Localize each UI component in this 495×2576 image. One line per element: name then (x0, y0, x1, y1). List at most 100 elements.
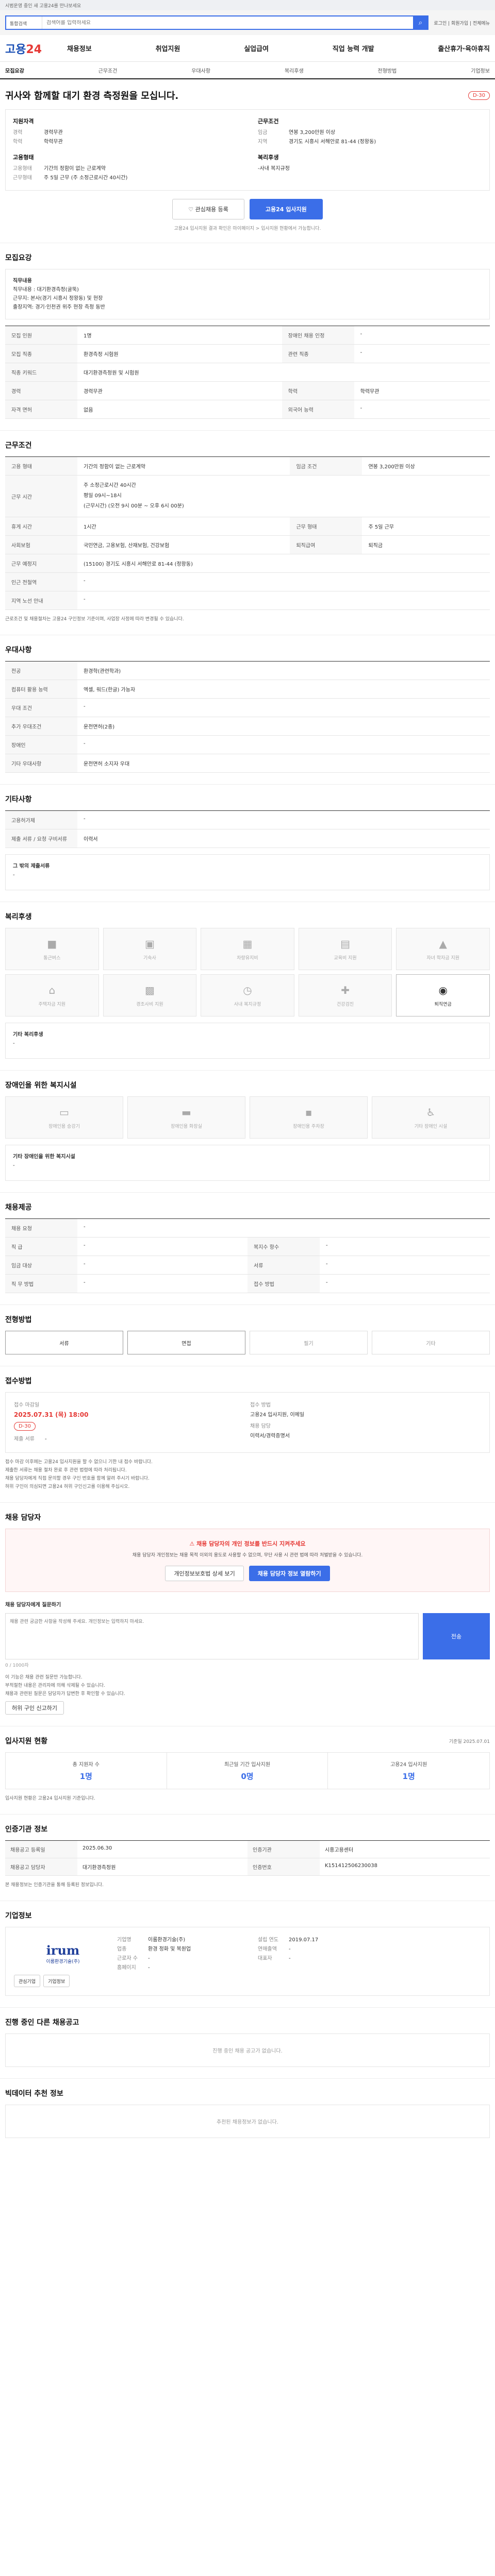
cell-key: 사회보험 (5, 535, 77, 554)
cell-key: 모집 인원 (5, 326, 77, 345)
like-company-button[interactable]: 관심기업 (14, 1975, 41, 1987)
cell-key: 자격 면허 (5, 400, 77, 419)
table-row: 경력 경력무관 학력 학력무관 (5, 381, 490, 400)
qual-heading: 지원자격 (13, 118, 34, 125)
qa-count: 0 / 1000자 (5, 1663, 29, 1668)
gnb-item-leave[interactable]: 출산휴가·육아휴직 (438, 43, 490, 53)
search-input[interactable] (42, 20, 414, 26)
clock-icon: ◷ (243, 984, 252, 996)
company-info-button[interactable]: 기업정보 (43, 1975, 70, 1987)
cell-key: 임금 조건 (290, 456, 362, 476)
cell-value: - (354, 344, 490, 363)
cell-value: 운전면허(2종) (77, 717, 490, 736)
cell-key: 근무 예정지 (5, 554, 77, 573)
cell-key: 채용공고 담당자 (5, 1858, 77, 1876)
qa-send-button[interactable]: 전송 (423, 1613, 490, 1659)
tab-welfare[interactable]: 복리후생 (285, 66, 304, 74)
top-notice-text: 시범운영 중인 새 고용24를 만나보세요 (5, 4, 81, 9)
list-item: 이 기능은 채용 관련 질문만 가능합니다. (5, 1675, 82, 1680)
cell-key: 직종 키워드 (5, 363, 77, 382)
tab-prefer[interactable]: 우대사항 (191, 66, 210, 74)
job-title: 귀사와 함께할 대기 환경 측정원을 모십니다. (5, 91, 179, 101)
duty-heading: 직무내용 (13, 278, 32, 284)
site-logo[interactable]: 고용24 (5, 40, 67, 57)
disabled-etc-block: 기타 장애인을 위한 복지시설 - (5, 1145, 490, 1181)
toilet-icon: ▬ (182, 1106, 191, 1118)
cell-value: K151412506230038 (320, 1858, 490, 1876)
stats-note: 입사지원 현황은 고용24 입사지원 기준입니다. (5, 1796, 95, 1801)
tab-conditions[interactable]: 근무조건 (98, 66, 118, 74)
bus-icon: ■ (47, 937, 57, 950)
prefer-section: 우대사항 전공 환경학(관련학과) 컴퓨터 활용 능력 엑셀, 워드(한글) 가능자… (0, 635, 495, 785)
tab-company[interactable]: 기업정보 (471, 66, 490, 74)
gnb-item-support[interactable]: 취업지원 (156, 43, 180, 53)
pay-value: 연봉 3,200만원 이상 (289, 130, 336, 135)
list-item: 채용 담당자에게 직접 문의할 경우 구인 번호를 함께 알려 주시기 바랍니다… (5, 1476, 150, 1481)
table-row: 제출 서류 / 요청 구비서류 이력서 (5, 829, 490, 848)
gnb-item-training[interactable]: 직업 능력 개발 (333, 43, 374, 53)
docs-value: 이력서/경력증명서 (250, 1433, 290, 1439)
stat-item: 고용24 입사지원 1명 (328, 1753, 489, 1789)
welfare-heading: 복리후생 (258, 154, 279, 161)
stat-label: 최근일 기간 입사지원 (224, 1762, 271, 1768)
company-logo: irum 이룸환경기술(주) (14, 1936, 112, 1972)
cell-key: 설립 연도 (258, 1937, 278, 1943)
cell-value: - (289, 1946, 291, 1952)
conditions-title: 근무조건 (5, 442, 32, 450)
report-button[interactable]: 허위 구인 신고하기 (5, 1701, 64, 1715)
step-document: 서류 (5, 1331, 123, 1354)
disabled-etc-heading: 기타 장애인을 위한 복지시설 (13, 1154, 75, 1160)
stat-item: 최근일 기간 입사지원 0명 (167, 1753, 328, 1789)
logo-main-text: 고용 (5, 43, 26, 56)
apply-button[interactable]: 고용24 입사지원 (249, 199, 323, 219)
cell-value: 국민연금, 고용보험, 산재보험, 건강보험 (77, 535, 290, 554)
loc-value: 경기도 시흥시 서해안로 81-44 (정왕동) (289, 139, 376, 145)
scrap-button[interactable]: ♡ 관심채용 등록 (172, 199, 244, 219)
cell-key: 경력 (5, 381, 77, 400)
tab-recruit[interactable]: 모집요강 (5, 66, 24, 74)
cell-value: - (77, 1237, 248, 1256)
cell-key: 전공 (5, 661, 77, 680)
disabled-item: ▬ 장애인용 화장실 (127, 1096, 245, 1139)
logo-number: 24 (26, 43, 42, 56)
gnb-item-jobs[interactable]: 채용정보 (67, 43, 92, 53)
qa-textarea[interactable] (5, 1613, 419, 1659)
welfare-item: ✚ 건강검진 (298, 974, 392, 1016)
cell-value: - (354, 400, 490, 419)
others-empty: 진행 중인 채용 공고가 없습니다. (5, 2033, 490, 2067)
cell-key: 기업명 (117, 1937, 131, 1943)
view-contact-button[interactable]: 채용 담당자 정보 열람하기 (249, 1566, 330, 1581)
stat-value: 0명 (241, 1772, 254, 1781)
heart-icon: ♡ (188, 206, 195, 213)
method-title: 전형방법 (5, 1316, 32, 1324)
table-row: 모집 직종 환경측정 시험원 관련 직종 - (5, 344, 490, 363)
util-links[interactable]: 로그인 | 회원가입 | 전체메뉴 (434, 20, 490, 26)
tab-method[interactable]: 전형방법 (378, 66, 397, 74)
company-section: 기업정보 irum 이룸환경기술(주) 관심기업 기업정보 기업명 이룸환경기술(… (0, 1901, 495, 2008)
bed-icon: ▣ (144, 937, 155, 950)
gnb-item-benefits[interactable]: 실업급여 (244, 43, 269, 53)
cell-key: 근로자 수 (117, 1956, 138, 1961)
cell-key: 직 급 (5, 1237, 77, 1256)
table-row: 임금 대상 - 서류 - (5, 1256, 490, 1275)
list-item: 접수 마감 이후에는 고용24 입사지원을 할 수 없으니 기한 내 접수 바랍… (5, 1460, 153, 1465)
search-category-select[interactable]: 통합검색 (6, 16, 42, 29)
welfare-item: ▲ 자녀 학자금 지원 (396, 928, 490, 970)
elevator-icon: ▭ (59, 1106, 69, 1118)
emp-value: 기간의 정함이 없는 근로계약 (44, 166, 106, 172)
recruit-section: 모집요강 직무내용 직무내용 : 대기환경측정(굴뚝) 근무지: 본사(경기 시… (0, 243, 495, 431)
cell-value: 2025.06.30 (77, 1841, 248, 1858)
table-row: 우대 조건 - (5, 698, 490, 717)
stat-value: 1명 (402, 1772, 415, 1781)
privacy-law-button[interactable]: 개인정보보호법 상세 보기 (165, 1566, 244, 1581)
book-icon: ▤ (340, 937, 351, 950)
contact-title: 채용 담당자 (5, 1514, 41, 1522)
stat-item: 총 지원자 수 1명 (6, 1753, 167, 1789)
contact-bullets: 이 기능은 채용 관련 질문만 가능합니다. 부적절한 내용은 관리자에 의해 … (5, 1673, 490, 1698)
table-row: 직 무 방법 - 접수 방법 - (5, 1274, 490, 1293)
exp-value: 경력무관 (44, 130, 63, 135)
warning-title: 채용 담당자의 개인 정보를 반드시 지켜주세요 (196, 1540, 306, 1547)
search-icon[interactable]: ⌕ (413, 15, 428, 30)
cell-key: 관련 직종 (282, 344, 354, 363)
conditions-table: 고용 형태 기간의 정함이 없는 근로계약 임금 조건 연봉 3,200만원 이상 근… (5, 456, 490, 610)
